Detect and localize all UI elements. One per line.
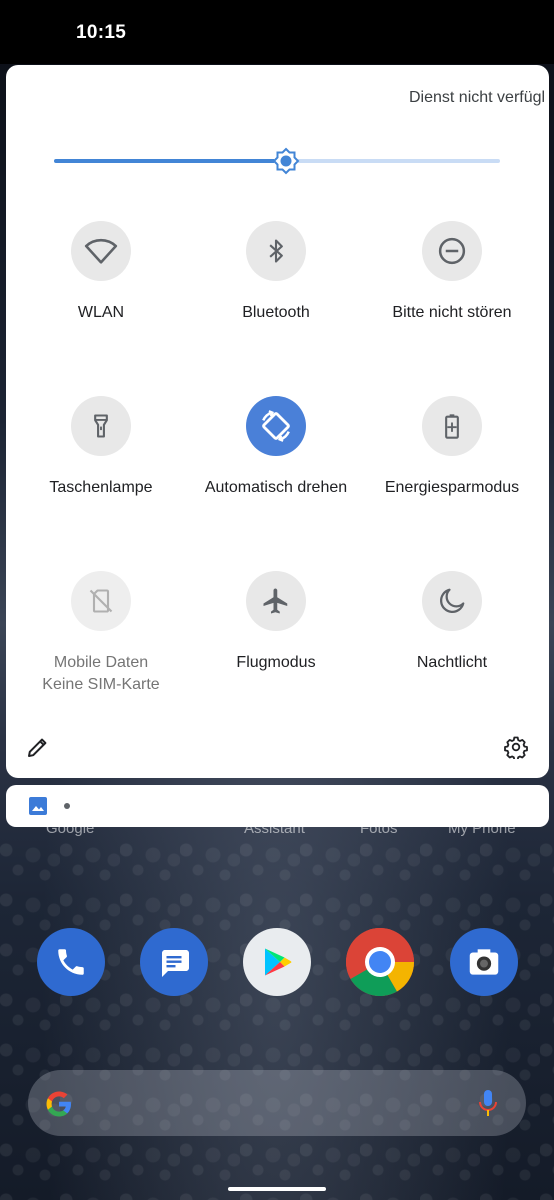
- google-g-icon: [46, 1091, 71, 1117]
- tile-wlan[interactable]: WLAN: [13, 221, 189, 324]
- brightness-track-empty: [286, 159, 500, 163]
- play-store-icon[interactable]: [243, 928, 311, 996]
- tile-flashlight-button[interactable]: [71, 396, 131, 456]
- brightness-slider[interactable]: [54, 147, 500, 175]
- tile-airplane-mode[interactable]: Flugmodus: [188, 571, 364, 674]
- tile-mobile-data-label: Mobile Daten: [53, 654, 149, 671]
- tile-dnd-label: Bitte nicht stören: [392, 304, 512, 321]
- tile-mobile-data-button[interactable]: [71, 571, 131, 631]
- airplane-icon: [263, 588, 288, 614]
- tile-airplane-label: Flugmodus: [236, 654, 316, 671]
- no-sim-icon: [89, 589, 113, 613]
- tile-auto-rotate[interactable]: Automatisch drehen: [188, 396, 364, 499]
- brightness-sun-icon[interactable]: [272, 147, 300, 175]
- tile-airplane-button[interactable]: [246, 571, 306, 631]
- tile-battery-saver-button[interactable]: [422, 396, 482, 456]
- tile-battery-saver[interactable]: Energiesparmodus: [364, 396, 540, 499]
- tile-night-light[interactable]: Nachtlicht: [364, 571, 540, 674]
- status-bar: 10:15: [0, 0, 554, 64]
- tile-night-light-button[interactable]: [422, 571, 482, 631]
- tile-mobile-data-sublabel: Keine SIM-Karte: [42, 676, 160, 693]
- tile-flashlight-label: Taschenlampe: [49, 479, 153, 496]
- pencil-icon[interactable]: [26, 735, 50, 759]
- notification-dot: [64, 803, 70, 809]
- microphone-icon[interactable]: [478, 1090, 498, 1118]
- search-bar[interactable]: [28, 1070, 526, 1136]
- tile-auto-rotate-button[interactable]: [246, 396, 306, 456]
- tile-auto-rotate-label: Automatisch drehen: [204, 479, 348, 496]
- chrome-icon[interactable]: [346, 928, 414, 996]
- carrier-status-text: Dienst nicht verfügbar: [409, 89, 544, 106]
- tile-bluetooth-button[interactable]: [246, 221, 306, 281]
- bluetooth-icon: [269, 239, 283, 263]
- tile-bluetooth[interactable]: Bluetooth: [188, 221, 364, 324]
- messages-icon[interactable]: [140, 928, 208, 996]
- tile-dnd-button[interactable]: [422, 221, 482, 281]
- gesture-navigation-bar[interactable]: [228, 1187, 326, 1191]
- image-icon: [29, 797, 47, 815]
- notification-card[interactable]: [6, 785, 549, 827]
- tile-bluetooth-label: Bluetooth: [242, 304, 310, 321]
- gear-icon[interactable]: [504, 735, 528, 759]
- do-not-disturb-icon: [438, 237, 466, 265]
- wallpaper-pebbles: [0, 840, 554, 1200]
- tile-do-not-disturb[interactable]: Bitte nicht stören: [364, 221, 540, 324]
- camera-icon[interactable]: [450, 928, 518, 996]
- tile-wlan-label: WLAN: [77, 304, 125, 321]
- brightness-track-filled: [54, 159, 286, 163]
- moon-icon: [440, 588, 465, 613]
- quick-settings-panel: Dienst nicht verfügbar WLAN Bluetooth: [6, 65, 549, 778]
- phone-icon[interactable]: [37, 928, 105, 996]
- tile-battery-saver-label: Energiesparmodus: [384, 479, 520, 496]
- wifi-icon: [84, 238, 118, 264]
- tile-night-light-label: Nachtlicht: [416, 654, 488, 671]
- tile-mobile-data[interactable]: Mobile Daten Keine SIM-Karte: [13, 571, 189, 696]
- auto-rotate-icon: [262, 410, 290, 442]
- status-clock: 10:15: [76, 22, 127, 43]
- tile-flashlight[interactable]: Taschenlampe: [13, 396, 189, 499]
- tile-wlan-button[interactable]: [71, 221, 131, 281]
- battery-saver-icon: [445, 414, 459, 439]
- flashlight-icon: [94, 414, 108, 438]
